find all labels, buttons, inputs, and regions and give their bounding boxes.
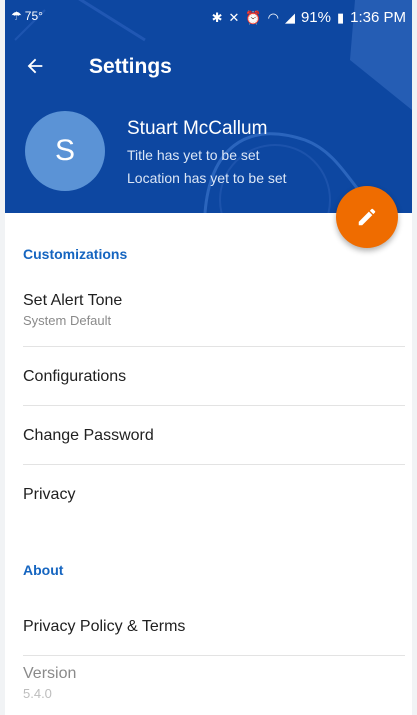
status-right: ✱ ✕ ⏰ ◠ ◢ 91% ▮ 1:36 PM (212, 9, 406, 26)
status-left: ☂ 75° (11, 9, 43, 23)
page-title: Settings (89, 55, 172, 78)
mute-icon: ✕ (228, 9, 240, 25)
privacy-policy-item[interactable]: Privacy Policy & Terms (23, 618, 405, 636)
section-customizations: Customizations (23, 246, 128, 262)
temperature-text: 75° (24, 9, 43, 23)
item-label: Version (23, 665, 77, 682)
signal-icon: ◢ (284, 9, 295, 25)
right-edge (412, 0, 417, 715)
item-label: Privacy (23, 486, 76, 503)
arrow-left-icon (27, 58, 43, 74)
profile-header: ☂ 75° ✱ ✕ ⏰ ◠ ◢ 91% ▮ 1:36 PM Settings S… (5, 0, 412, 213)
configurations-item[interactable]: Configurations (23, 368, 405, 386)
section-about: About (23, 562, 64, 578)
divider (23, 655, 405, 656)
profile-name: Stuart McCallum (127, 118, 268, 139)
pencil-icon (358, 208, 376, 226)
weather-icon: ☂ (11, 9, 22, 23)
alarm-icon: ⏰ (245, 9, 262, 25)
settings-screen: ☂ 75° ✱ ✕ ⏰ ◠ ◢ 91% ▮ 1:36 PM Settings S… (5, 0, 412, 715)
back-button[interactable] (19, 50, 51, 82)
item-label: Privacy Policy & Terms (23, 618, 186, 635)
set-alert-tone-item[interactable]: Set Alert Tone System Default (23, 292, 405, 328)
edit-profile-button[interactable] (336, 186, 398, 248)
privacy-item[interactable]: Privacy (23, 486, 405, 504)
version-number: 5.4.0 (23, 686, 52, 701)
battery-percent: 91% (300, 9, 331, 26)
profile-location: Location has yet to be set (127, 170, 287, 186)
bluetooth-icon: ✱ (211, 9, 223, 25)
change-password-item[interactable]: Change Password (23, 427, 405, 445)
item-label: Set Alert Tone (23, 292, 123, 309)
item-label: Configurations (23, 368, 127, 385)
clock-time: 1:36 PM (350, 9, 406, 26)
status-bar: ☂ 75° ✱ ✕ ⏰ ◠ ◢ 91% ▮ 1:36 PM (5, 0, 412, 38)
version-item: Version 5.4.0 (23, 665, 405, 701)
avatar: S (25, 111, 105, 191)
divider (23, 405, 405, 406)
wifi-icon: ◠ (267, 9, 279, 25)
toolbar: Settings (5, 44, 412, 92)
divider (23, 346, 405, 347)
profile-title: Title has yet to be set (127, 147, 260, 163)
divider (23, 464, 405, 465)
battery-icon: ▮ (336, 9, 345, 25)
item-label: Change Password (23, 427, 154, 444)
item-sublabel: System Default (23, 313, 112, 328)
